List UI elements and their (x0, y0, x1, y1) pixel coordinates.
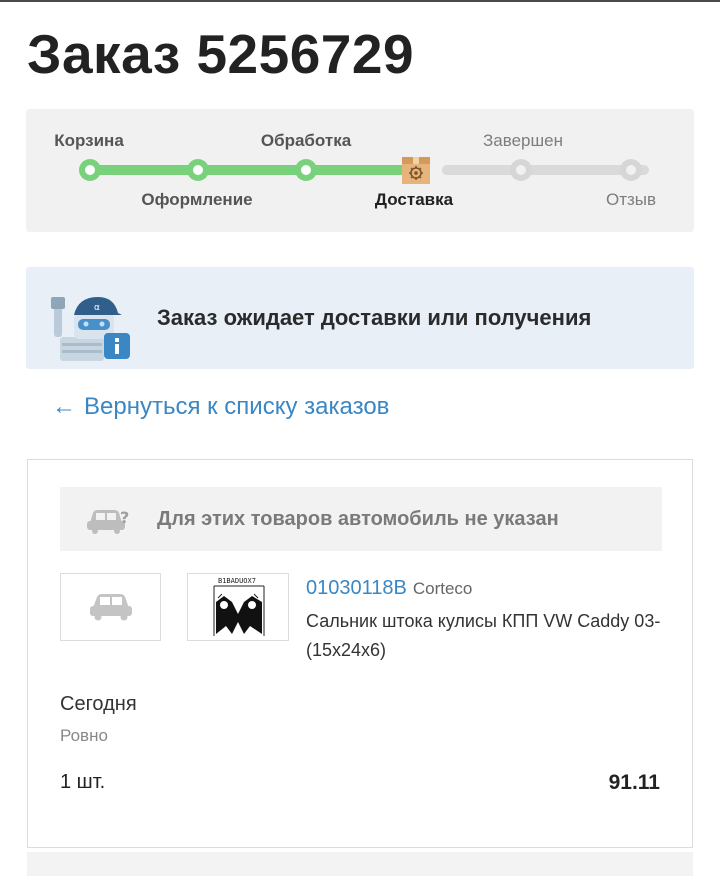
part-description: Сальник штока кулисы КПП VW Caddy 03- (1… (306, 611, 661, 660)
top-edge-line (0, 0, 720, 2)
item-price: 91.11 (608, 771, 660, 794)
order-item-card: ? Для этих товаров автомобиль не указан … (27, 459, 693, 848)
step-label-completed: Завершен (483, 131, 563, 150)
step-label-checkout: Оформление (141, 190, 253, 209)
part-image[interactable]: B1BADUOX7 (187, 573, 289, 641)
part-number-link[interactable]: 01030118B (306, 577, 407, 599)
svg-text:α: α (94, 303, 100, 313)
robot-info-icon: α (51, 297, 130, 361)
step-label-delivery: Доставка (374, 190, 454, 209)
svg-text:?: ? (120, 508, 129, 527)
part-image-label: B1BADUOX7 (218, 577, 256, 585)
step-label-cart: Корзина (54, 131, 124, 150)
no-car-text: Для этих товаров автомобиль не указан (157, 508, 559, 530)
step-dot-processing (295, 159, 317, 181)
item-quantity: 1 шт. (60, 771, 106, 793)
next-card-edge (27, 852, 693, 876)
oil-seal-drawing-icon: B1BADUOX7 (213, 577, 265, 636)
progress-track-remaining (442, 165, 649, 175)
step-dot-cart (79, 159, 101, 181)
no-car-notice: ? Для этих товаров автомобиль не указан (60, 487, 662, 551)
step-dot-checkout (187, 159, 209, 181)
car-icon (90, 594, 132, 621)
order-status-banner: α Заказ ожидает доставки или получения (26, 267, 694, 369)
progress-track-completed (90, 165, 416, 175)
step-dot-completed (510, 159, 532, 181)
back-to-orders-link[interactable]: ← Вернуться к списку заказов (52, 393, 389, 421)
page-title: Заказ 5256729 (27, 23, 415, 85)
order-progress-stepper: Корзина Оформление Обработка Доставка За… (26, 109, 694, 232)
step-label-processing: Обработка (260, 131, 352, 150)
delivery-box-icon (402, 157, 430, 184)
part-number-row: 01030118B Corteco (306, 577, 472, 600)
car-thumbnail (60, 573, 161, 641)
delivery-day: Сегодня (60, 693, 137, 715)
order-status-text: Заказ ожидает доставки или получения (157, 305, 592, 330)
arrow-left-icon: ← (52, 393, 76, 420)
part-brand: Corteco (412, 579, 473, 598)
car-question-icon: ? (87, 508, 129, 534)
back-link-label: Вернуться к списку заказов (84, 393, 390, 420)
delivery-note: Ровно (60, 726, 108, 745)
step-label-review: Отзыв (605, 190, 657, 209)
step-dot-review (620, 159, 642, 181)
